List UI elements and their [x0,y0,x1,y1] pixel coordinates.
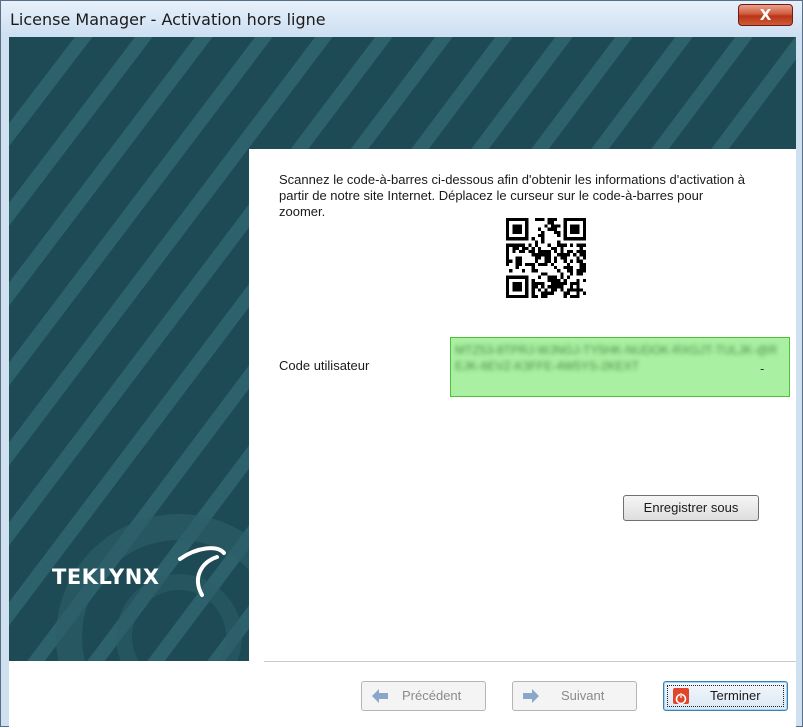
teklynx-logo: TEKLYNX [52,537,232,607]
finish-label: Terminer [710,688,761,703]
next-button[interactable]: Suivant [512,681,637,711]
previous-button[interactable]: Précédent [361,681,486,711]
instructions-text: Scannez le code-à-barres ci-dessous afin… [279,172,745,219]
dialog-client-area: TEKLYNX Scannez le code-à-barres ci-dess… [9,37,796,728]
close-button[interactable]: X [738,4,793,26]
power-icon [673,688,689,705]
content-panel: Scannez le code-à-barres ci-dessous afin… [249,149,796,661]
finish-button[interactable]: Terminer [663,681,788,711]
title-bar[interactable]: License Manager - Activation hors ligne … [1,1,802,37]
window-title: License Manager - Activation hors ligne [10,10,326,29]
user-code-value: MTZ53-8TPRJ-WJNGJ-TY5HK-NUDOK-RXGJT-TULJ… [455,343,778,373]
user-code-label: Code utilisateur [279,358,370,373]
save-as-button[interactable]: Enregistrer sous [623,495,759,521]
arrow-right-icon [523,689,539,703]
license-manager-window: License Manager - Activation hors ligne … [0,0,803,728]
footer-divider [264,661,796,662]
activation-qr-code[interactable] [506,218,586,298]
arrow-left-icon [372,689,388,703]
user-code-field[interactable]: MTZ53-8TPRJ-WJNGJ-TY5HK-NUDOK-RXGJT-TULJ… [450,337,790,397]
next-label: Suivant [561,688,605,703]
user-code-dash: - [760,361,765,376]
previous-label: Précédent [402,688,462,703]
svg-text:TEKLYNX: TEKLYNX [52,565,160,589]
